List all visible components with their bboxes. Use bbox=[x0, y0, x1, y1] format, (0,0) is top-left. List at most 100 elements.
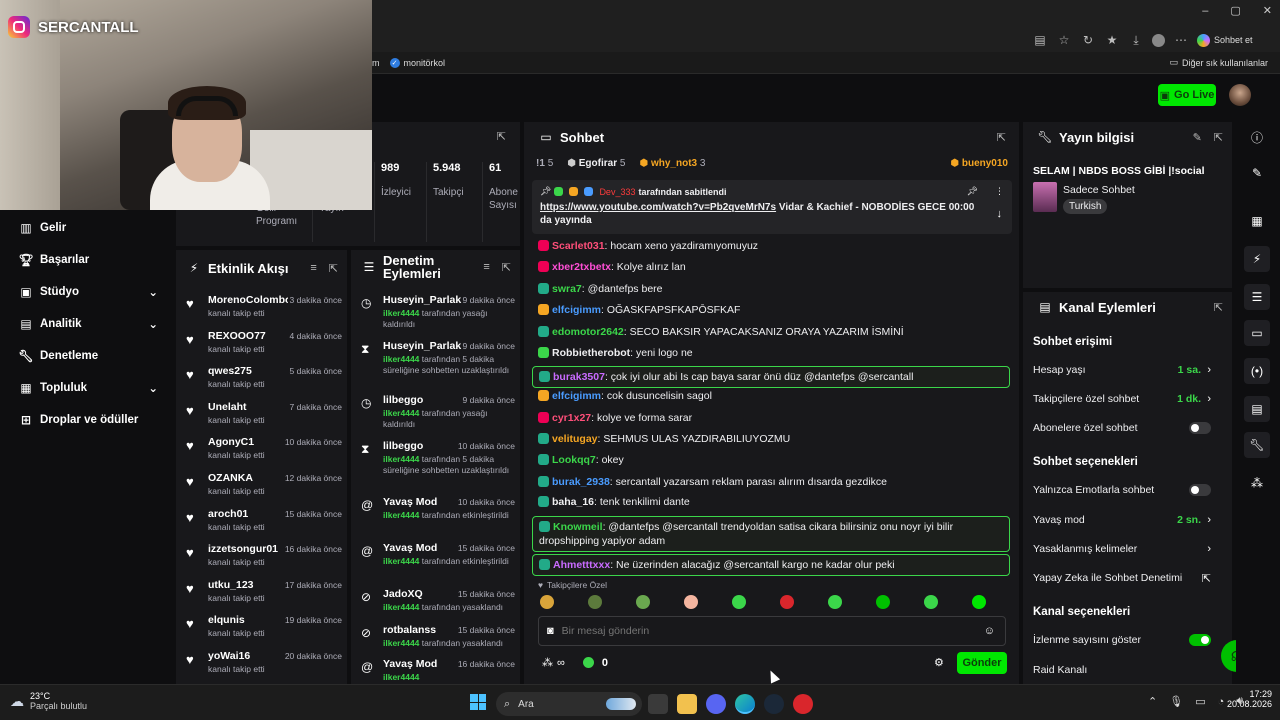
setting-followers-only[interactable]: Takipçilere özel sohbet 1 dk. › bbox=[1033, 393, 1223, 405]
stream-tag[interactable]: Turkish bbox=[1063, 199, 1108, 214]
sidebar-item-denetleme[interactable]: 🔧︎ Denetleme bbox=[0, 340, 172, 372]
emoji-icon[interactable]: ☺ bbox=[984, 625, 995, 637]
edge-icon[interactable] bbox=[735, 694, 755, 714]
activity-item[interactable]: ♥ OZANKA 12 dakika önce kanalı takip etti bbox=[186, 472, 342, 508]
bookmark-monitorkol[interactable]: ✓ monitörkol bbox=[389, 57, 445, 68]
activity-user[interactable]: aroch01 bbox=[208, 508, 288, 520]
settings-gear-icon[interactable]: ⚙ bbox=[934, 656, 944, 669]
activity-item[interactable]: ♥ qwes275 5 dakika önce kanalı takip etti bbox=[186, 365, 342, 401]
activity-user[interactable]: izzetsongur01 bbox=[208, 543, 288, 555]
sidebar-item-topluluk[interactable]: ▦ Topluluk ⌄ bbox=[0, 372, 172, 404]
burger-emote-icon[interactable] bbox=[540, 595, 554, 609]
cup-emote-icon[interactable] bbox=[732, 595, 746, 609]
chat-username[interactable]: edomotor2642 bbox=[552, 326, 624, 338]
chat-message[interactable]: velitugay: SEHMUS ULAS YAZDIRABILIUYOZMU bbox=[538, 433, 1008, 445]
box-emote-icon[interactable] bbox=[780, 595, 794, 609]
activity-user[interactable]: utku_123 bbox=[208, 579, 288, 591]
points-display[interactable]: ⁂ ∞ 0 bbox=[542, 656, 608, 670]
broadcast-icon[interactable]: (•) bbox=[1244, 358, 1270, 384]
modlog-actor[interactable]: ilker4444 bbox=[383, 354, 419, 364]
taskbar-search[interactable]: ⌕ Ara bbox=[496, 692, 642, 716]
popout-icon[interactable]: ⇱ bbox=[497, 130, 506, 143]
modlog-actor[interactable]: ilker4444 bbox=[383, 408, 419, 418]
chat-username[interactable]: baha_16 bbox=[552, 496, 594, 508]
frog2-emote-icon[interactable] bbox=[924, 595, 938, 609]
keyboard-icon[interactable]: ▦ bbox=[1244, 208, 1270, 234]
chat-message[interactable]: xber2txbetx: Kolye alırız lan bbox=[538, 261, 1008, 273]
chat-message[interactable]: elfcigimm: OĞASKFAPSFKAPŌSFKAF bbox=[538, 304, 1008, 316]
minimize-button[interactable]: – bbox=[1202, 5, 1208, 17]
activity-user[interactable]: yoWai16 bbox=[208, 650, 288, 662]
unpin-icon[interactable]: 📌︎ bbox=[967, 186, 978, 197]
chat-username[interactable]: elfcigimm bbox=[552, 304, 601, 316]
chat-message[interactable]: edomotor2642: SECO BAKSIR YAPACAKSANIZ O… bbox=[538, 326, 1008, 338]
sidebar-item-gelir[interactable]: ▥ Gelir bbox=[0, 212, 172, 244]
modlog-target[interactable]: Yavaş Mod bbox=[383, 496, 437, 508]
activity-item[interactable]: ♥ AgonyC1 10 dakika önce kanalı takip etti bbox=[186, 436, 342, 472]
chat-message[interactable]: burak3507: çok iyi olur abi Is cap baya … bbox=[532, 366, 1010, 388]
popout-icon[interactable]: ⇱ bbox=[997, 131, 1006, 144]
modlog-target[interactable]: rotbalanss bbox=[383, 624, 436, 636]
favorites-icon[interactable]: ★ bbox=[1104, 32, 1120, 48]
frog-emote-icon[interactable] bbox=[636, 595, 650, 609]
channel-icon[interactable]: ▤ bbox=[1244, 396, 1270, 422]
expand-icon[interactable]: ↓ bbox=[997, 208, 1003, 220]
avatar[interactable] bbox=[1229, 84, 1251, 106]
chat-username[interactable]: xber2txbetx bbox=[552, 261, 611, 273]
turtle-emote-icon[interactable] bbox=[588, 595, 602, 609]
chat-message[interactable]: Lookqq7: okey bbox=[538, 454, 1008, 466]
app-red-icon[interactable] bbox=[793, 694, 813, 714]
activity-user[interactable]: qwes275 bbox=[208, 365, 288, 377]
activity-item[interactable]: ♥ REXOOO77 4 dakika önce kanalı takip etti bbox=[186, 330, 342, 366]
profile-icon[interactable] bbox=[1152, 33, 1165, 47]
file-explorer-icon[interactable] bbox=[677, 694, 697, 714]
maximize-button[interactable]: ▢ bbox=[1230, 4, 1240, 17]
task-view-icon[interactable] bbox=[648, 694, 668, 714]
chat-mode-icon[interactable]: ◙ bbox=[547, 625, 554, 637]
chat-username[interactable]: Robbietherobot bbox=[552, 347, 630, 359]
sidebar-item-droplar[interactable]: ⊞ Droplar ve ödüller bbox=[0, 404, 172, 436]
modlog-target[interactable]: lilbeggo bbox=[383, 440, 423, 452]
sidebar-item-studyo[interactable]: ▣ Stüdyo ⌄ bbox=[0, 276, 172, 308]
chat-message[interactable]: Knowmeil: @dantefps @sercantall trendyol… bbox=[532, 516, 1010, 552]
refresh-icon[interactable]: ↻ bbox=[1080, 32, 1096, 48]
activity-user[interactable]: MorenoColombo bbox=[208, 294, 288, 306]
modlog-target[interactable]: JadoXQ bbox=[383, 588, 423, 600]
send-button[interactable]: Gönder bbox=[957, 652, 1007, 674]
info-icon[interactable]: ⓘ bbox=[1244, 124, 1270, 150]
activity-item[interactable]: ♥ yoWai16 20 dakika önce kanalı takip etti bbox=[186, 650, 342, 686]
chat-username[interactable]: Knowmeil bbox=[553, 521, 603, 533]
gifter-entry[interactable]: ⬢ Egofirar 5 bbox=[567, 158, 625, 169]
edit-icon[interactable]: ✎ bbox=[1193, 131, 1202, 144]
show-viewers-toggle[interactable] bbox=[1189, 634, 1211, 646]
activity-user[interactable]: REXOOO77 bbox=[208, 330, 288, 342]
chat-message[interactable]: Ahmetttxxx: Ne üzerinden alacağız @serca… bbox=[532, 554, 1010, 576]
gifter-entry[interactable]: ⬢ bueny010 bbox=[950, 158, 1008, 169]
setting-slow-mode[interactable]: Yavaş mod 2 sn. › bbox=[1033, 514, 1223, 526]
subs-only-toggle[interactable] bbox=[1189, 422, 1211, 434]
chat-username[interactable]: Lookqq7 bbox=[552, 454, 596, 466]
discord-icon[interactable] bbox=[706, 694, 726, 714]
modlog-actor[interactable]: ilker4444 bbox=[383, 454, 419, 464]
message-input[interactable] bbox=[561, 625, 962, 637]
go-live-button[interactable]: ▣ Go Live bbox=[1158, 84, 1216, 106]
gifter-entry[interactable]: !1 5 bbox=[536, 158, 553, 169]
tray-chevron-icon[interactable]: ⌃ bbox=[1148, 695, 1157, 708]
modlog-target[interactable]: Yavaş Mod bbox=[383, 658, 437, 670]
points-icon[interactable]: ⁂ bbox=[1244, 470, 1270, 496]
pinned-by-user[interactable]: Dev_333 bbox=[599, 187, 635, 197]
chat-username[interactable]: Ahmetttxxx bbox=[553, 559, 610, 571]
more-options-icon[interactable]: ⋮ bbox=[995, 186, 1004, 197]
activity-item[interactable]: ♥ utku_123 17 dakika önce kanalı takip etti bbox=[186, 579, 342, 615]
modlog-actor[interactable]: ilker4444 bbox=[383, 510, 419, 520]
category-thumbnail[interactable] bbox=[1033, 182, 1057, 212]
modlog-target[interactable]: Huseyin_Parlak bbox=[383, 294, 461, 306]
sidebar-item-analitik[interactable]: ▤ Analitik ⌄ bbox=[0, 308, 172, 340]
popout-icon[interactable]: ⇱ bbox=[502, 261, 511, 274]
network-icon[interactable]: ◔ bbox=[1218, 696, 1225, 708]
chat-message[interactable]: elfcigimm: cok dusuncelisin sagol bbox=[538, 390, 1008, 402]
chat-emote-icon[interactable] bbox=[876, 595, 890, 609]
chat-message[interactable]: cyr1x27: kolye ve forma sarar bbox=[538, 412, 1008, 424]
chat-username[interactable]: burak_2938 bbox=[552, 476, 610, 488]
close-window-button[interactable]: ✕ bbox=[1263, 4, 1272, 17]
